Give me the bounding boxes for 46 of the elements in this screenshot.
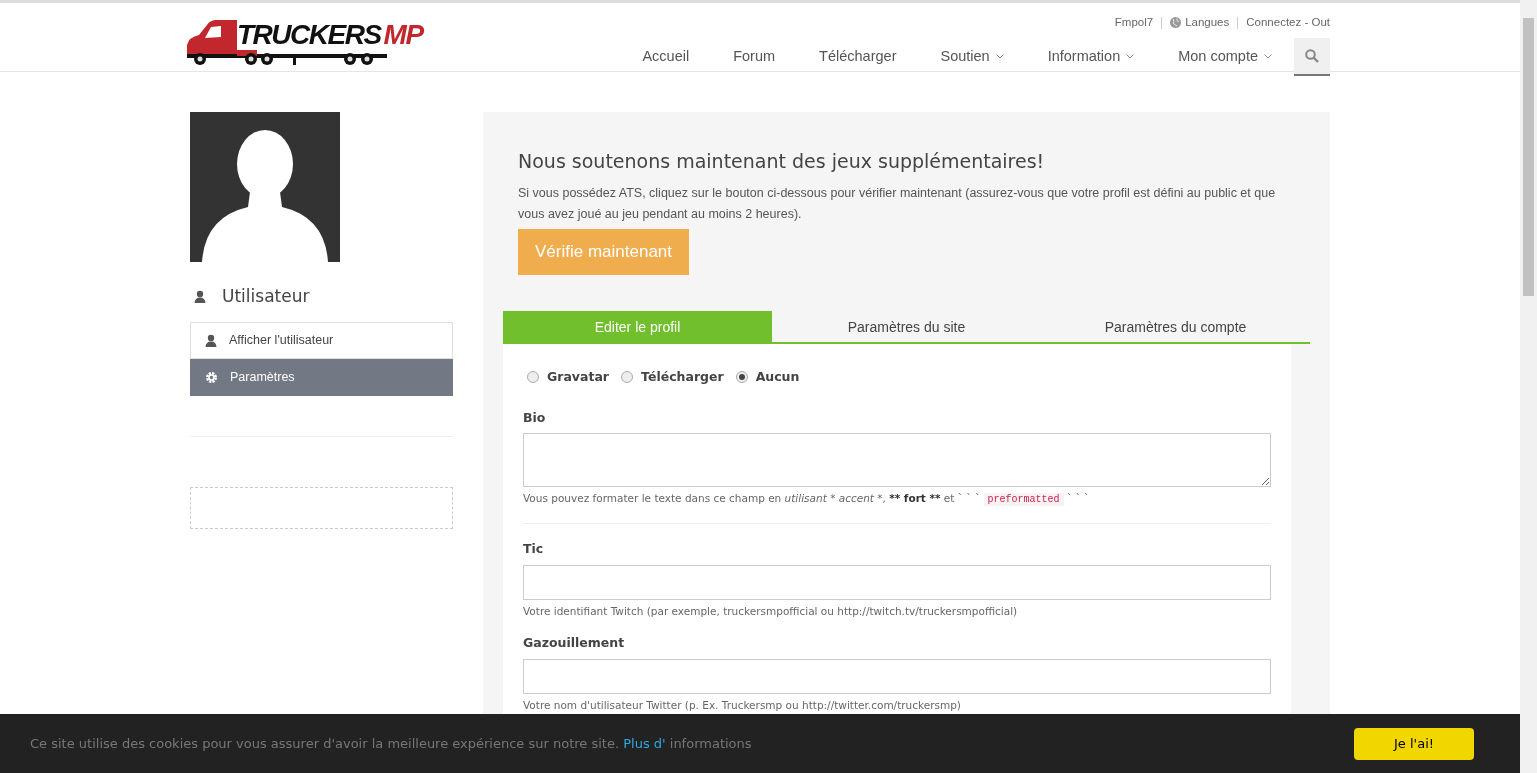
radio-button[interactable] [527,371,539,384]
input-field[interactable] [523,565,1271,601]
radio-label: Gravatar [547,367,610,386]
nav-link[interactable]: Accueil [620,37,712,76]
user-icon [205,333,217,347]
radio-label: Télécharger [641,367,724,386]
nav-link[interactable]: Information [1025,37,1157,76]
notice-text: Si vous possédez ATS, cliquez sur le bouton ci-dessous pour vérifier maintenant (assurez-vous que votre profil est défini au public et que vous avez joué au jeu pendant au moins 2 heures). [518,184,1277,223]
input-field[interactable] [523,658,1271,694]
help-text: Vous pouvez formater le texte dans ce champ en utilisant * accent *, ** fort ** et ` ` ` preformatted ` ` ` [523,491,1091,508]
help-text: Votre identifiant Twitch (par exemple, truckersmpofficial ou http://twitch.tv/truckersmpofficial) [523,604,1019,620]
field-label: Tic [523,540,545,559]
cookie-message: Ce site utilise des cookies pour vous assurer d'avoir la meilleure expérience sur notre site. Plus d' informations [30,734,752,753]
caret-icon [995,54,1004,59]
text-area[interactable] [523,433,1271,488]
radio-button[interactable] [735,371,748,384]
field-label: Gazouillement [523,633,626,652]
logo-text: MP [383,21,425,49]
caret-icon [1126,54,1135,59]
more-info-link[interactable]: Plus d' [623,735,666,751]
tab[interactable]: Paramètres du site [772,310,1041,342]
help-text: Votre nom d'utilisateur Twitter (p. Ex. Truckersmp ou http://twitter.com/truckersmp) [523,697,962,713]
caret-icon [1264,54,1272,59]
field-label: Bio [523,408,547,427]
gear-icon [205,370,218,384]
logo[interactable]: TRUCKERSMP [185,17,435,67]
top-link[interactable]: Fmpol7 [1106,17,1162,29]
search-icon [1305,48,1319,63]
radio-button[interactable] [621,371,634,384]
nav-link[interactable]: Soutien [918,37,1026,76]
top-link[interactable]: Langues [1161,17,1238,29]
scrollbar[interactable] [1520,0,1537,773]
top-link[interactable]: Connectez - Out [1237,17,1330,29]
notice-title: Nous soutenons maintenant des jeux supplémentaires! [518,150,1046,173]
accept-button[interactable]: Je l'ai! [1354,727,1474,760]
nav-link[interactable]: Forum [711,37,798,76]
nav-link[interactable]: Mon compte [1156,37,1294,76]
sidebar-item[interactable]: Afficher l'utilisateur [190,321,453,359]
radio-label: Aucun [755,367,800,386]
user-icon [194,290,206,304]
sidebar-heading: Utilisateur [222,285,310,308]
nav-link[interactable]: Télécharger [797,37,919,76]
logo-text: TRUCKERS [237,21,383,49]
sidebar-item[interactable]: Paramètres [190,358,453,396]
search-button[interactable] [1294,37,1330,76]
tab[interactable]: Paramètres du compte [1041,310,1310,342]
